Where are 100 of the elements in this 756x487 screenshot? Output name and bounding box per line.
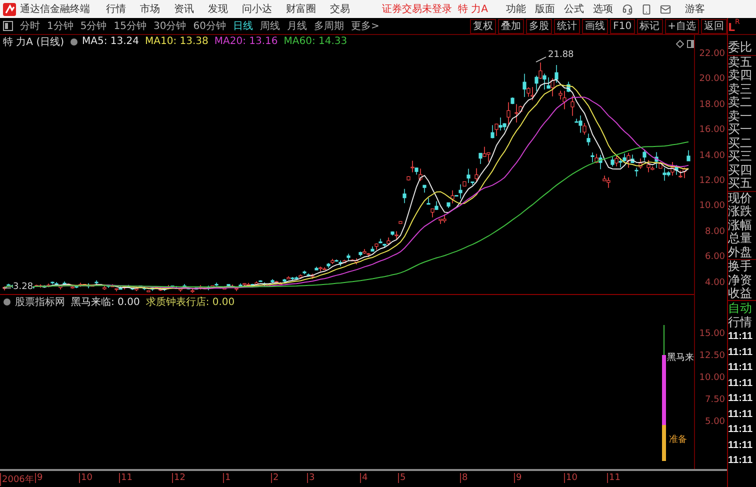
- app-name: 通达信金融终端: [20, 2, 90, 16]
- period-tab[interactable]: 60分钟: [193, 19, 226, 33]
- price-tick-label: 16.00: [699, 125, 726, 136]
- period-tab[interactable]: 月线: [286, 19, 307, 33]
- indicator-value: 黑马来临: 0.00: [71, 296, 140, 309]
- tool-button[interactable]: 叠加: [498, 18, 524, 34]
- candlestick: [406, 176, 410, 181]
- quote-row-label: 净资: [728, 274, 754, 287]
- quote-row-label: 卖五: [728, 56, 754, 69]
- trade-time: 11:11: [728, 438, 754, 452]
- period-tab[interactable]: 分时: [20, 19, 40, 33]
- login-status[interactable]: 证券交易未登录: [382, 2, 452, 16]
- quote-row-label: 总量: [728, 232, 754, 246]
- price-tick-label: 20.00: [699, 74, 726, 84]
- moving-average-label: MA5: 13.24: [82, 36, 140, 47]
- period-tab[interactable]: 1分钟: [47, 19, 74, 33]
- quote-row-label: 买五: [728, 177, 754, 190]
- trade-time: 11:11: [728, 454, 754, 468]
- diamond-icon[interactable]: [676, 40, 684, 48]
- tool-button[interactable]: 标记: [636, 18, 663, 34]
- quote-row-label: 买二: [728, 136, 754, 150]
- menu-item[interactable]: 交易: [330, 2, 350, 16]
- phone-icon[interactable]: [641, 4, 652, 14]
- price-tick-label: 6.00: [704, 252, 726, 262]
- leader-line: [536, 56, 546, 62]
- date-axis-label: 11: [119, 473, 132, 483]
- settings-icon[interactable]: [3, 298, 11, 306]
- candlestick: [422, 184, 426, 193]
- mail-icon[interactable]: [660, 4, 672, 14]
- date-axis-label: 2: [271, 473, 279, 483]
- quote-row-label: 卖二: [728, 96, 754, 110]
- tool-button[interactable]: +自选: [664, 18, 700, 34]
- price-tick-label: 18.00: [699, 100, 726, 110]
- trade-time: 11:11: [728, 346, 754, 360]
- stock-name: 特 力A: [458, 2, 488, 16]
- quote-row-label: 收益: [728, 287, 754, 300]
- trade-time: 11:11: [728, 330, 754, 344]
- tool-button[interactable]: F10: [610, 18, 635, 34]
- quote-row-label: 委比: [728, 41, 754, 54]
- high-price-label: 21.88: [548, 50, 574, 60]
- indicator-value: 求质钟表行店: 0.00: [146, 296, 235, 309]
- menu-item[interactable]: 财富圈: [286, 2, 316, 16]
- date-axis-label: 11: [607, 473, 620, 483]
- quote-row-label: 外盘: [728, 246, 754, 259]
- date-axis-label: 12: [172, 473, 186, 483]
- indicator-bar-label: 准备: [669, 434, 687, 446]
- candlestick: [570, 95, 574, 116]
- indicator-tick-label: 10.00: [699, 373, 726, 383]
- period-tab[interactable]: 日线: [232, 19, 253, 33]
- date-axis-label: 5: [398, 473, 406, 483]
- tool-button[interactable]: 多股: [526, 18, 552, 34]
- tool-button[interactable]: 统计: [554, 18, 580, 34]
- menu-item[interactable]: 版面: [535, 2, 556, 16]
- date-axis-label: 4: [360, 473, 368, 483]
- candlestick: [402, 188, 406, 204]
- menu-item[interactable]: 公式: [564, 2, 584, 16]
- date-axis-label: 10: [564, 473, 578, 483]
- quote-row-label: 卖三: [728, 82, 754, 96]
- quote-row-label: 换手: [728, 260, 754, 274]
- period-tab[interactable]: 多周期: [314, 19, 344, 33]
- quote-row-label: 卖四: [728, 69, 754, 82]
- headset-icon[interactable]: [622, 4, 634, 14]
- menu-item[interactable]: 选项: [593, 2, 614, 16]
- candlestick: [398, 220, 402, 224]
- period-tab[interactable]: 5分钟: [80, 19, 107, 33]
- tool-button[interactable]: 画线: [582, 18, 608, 34]
- tool-button[interactable]: 返回: [701, 18, 728, 34]
- menu-item[interactable]: 问小达: [242, 2, 272, 16]
- logo-icon: [3, 2, 16, 16]
- quote-row-label: 买四: [728, 164, 754, 177]
- panel-toggle-icon[interactable]: [3, 21, 13, 31]
- menu-item[interactable]: 资讯: [174, 2, 194, 16]
- menu-item[interactable]: 发现: [208, 2, 228, 16]
- settings-icon[interactable]: [70, 38, 78, 46]
- tool-button[interactable]: 复权: [470, 18, 496, 34]
- price-tick-label: 22.00: [699, 49, 726, 59]
- trade-time: 11:11: [728, 423, 754, 437]
- date-axis-label: 3: [307, 473, 315, 483]
- auto-label[interactable]: 自动: [728, 301, 756, 315]
- price-tick-label: 14.00: [699, 150, 726, 161]
- window-icon[interactable]: [687, 40, 695, 48]
- period-tab[interactable]: 15分钟: [114, 19, 146, 33]
- indicator-tick-label: 7.50: [704, 395, 726, 405]
- date-axis-label: 8: [460, 473, 468, 483]
- date-axis-label: 1: [223, 473, 231, 483]
- quote-row-label: 涨跌: [728, 205, 754, 218]
- trade-time: 11:11: [728, 408, 754, 422]
- user-label[interactable]: 游客: [685, 2, 706, 16]
- period-tab[interactable]: 周线: [260, 19, 280, 33]
- indicator-tick-label: 12.50: [699, 351, 726, 361]
- menu-item[interactable]: 功能: [506, 2, 526, 16]
- menu-item[interactable]: 行情: [106, 2, 126, 16]
- menu-item[interactable]: 市场: [140, 2, 160, 16]
- date-axis-label: 10: [79, 473, 92, 483]
- period-tab[interactable]: 更多>: [350, 19, 380, 33]
- quote-row-label: 买三: [728, 150, 754, 164]
- chart-title: 特 力A (日线): [3, 36, 64, 48]
- indicator-bar-label: 黑马来: [667, 352, 694, 364]
- period-tab[interactable]: 30分钟: [153, 19, 186, 33]
- price-tick-label: 4.00: [704, 278, 726, 288]
